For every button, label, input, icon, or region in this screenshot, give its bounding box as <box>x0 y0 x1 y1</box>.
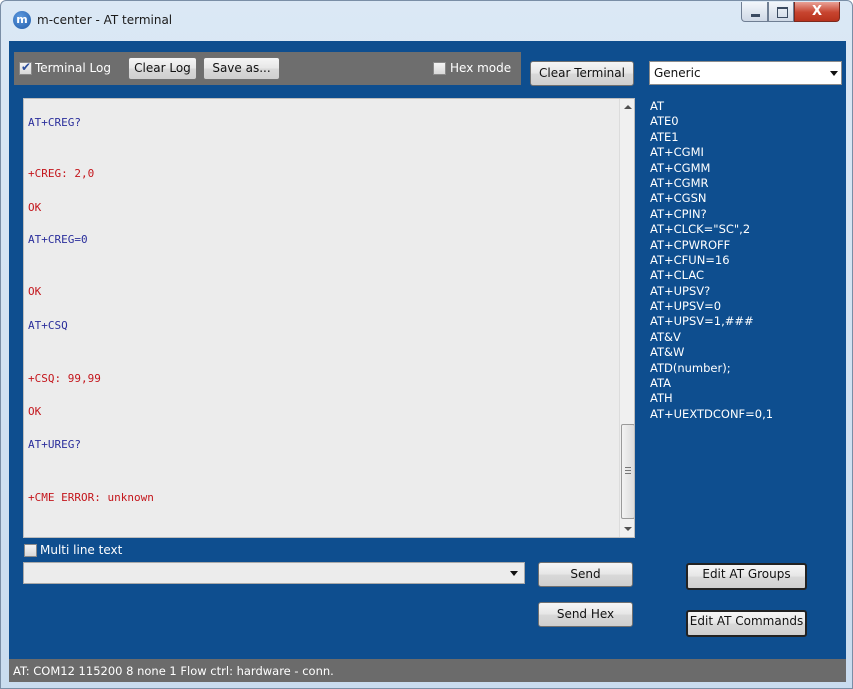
status-bar: AT: COM12 115200 8 none 1 Flow ctrl: har… <box>9 659 846 682</box>
log-line: AT+CSQ <box>28 319 68 332</box>
command-list-item[interactable]: AT&V <box>650 330 840 345</box>
command-list-item[interactable]: AT+UPSV=1,### <box>650 314 840 329</box>
command-list-item[interactable]: AT+CGMM <box>650 161 840 176</box>
command-list-item[interactable]: AT+CGMI <box>650 145 840 160</box>
history-dropdown-icon[interactable] <box>510 571 518 576</box>
scroll-thumb[interactable] <box>621 424 634 519</box>
log-toolbar: Terminal Log Clear Log Save as... Hex mo… <box>14 52 521 85</box>
at-command-list[interactable]: AT ATE0 ATE1 AT+CGMI AT+CGMM AT+CGMR AT+CGSN AT… <box>650 99 840 422</box>
minimize-button[interactable] <box>741 2 768 22</box>
app-icon[interactable]: m <box>13 11 31 29</box>
log-line: AT+UREG? <box>28 438 81 451</box>
terminal-log-checkbox[interactable] <box>19 60 32 75</box>
log-line: AT+CREG? <box>28 116 81 129</box>
multi-line-checkbox[interactable] <box>24 544 37 557</box>
log-scrollbar[interactable] <box>619 99 634 537</box>
command-list-item[interactable]: ATA <box>650 376 840 391</box>
command-list-item[interactable]: AT+UEXTDCONF=0,1 <box>650 407 840 422</box>
clear-log-button[interactable]: Clear Log <box>128 57 197 80</box>
log-line: +CME ERROR: unknown <box>28 491 154 504</box>
command-list-item[interactable]: ATE1 <box>650 130 840 145</box>
app-window: m m-center - AT terminal X Terminal Log … <box>0 0 853 689</box>
command-list-item[interactable]: AT+CLAC <box>650 268 840 283</box>
command-list-item[interactable]: AT+CPIN? <box>650 207 840 222</box>
hex-mode-label[interactable]: Hex mode <box>450 61 511 75</box>
command-list-item[interactable]: AT&W <box>650 345 840 360</box>
save-as-button[interactable]: Save as... <box>203 57 280 80</box>
log-line: OK <box>28 285 42 298</box>
command-input[interactable] <box>23 562 525 584</box>
command-list-item[interactable]: AT+UPSV=0 <box>650 299 840 314</box>
command-list-item[interactable]: AT+UPSV? <box>650 284 840 299</box>
command-list-item[interactable]: ATD(number); <box>650 361 840 376</box>
command-list-item[interactable]: ATE0 <box>650 114 840 129</box>
multi-line-label[interactable]: Multi line text <box>40 543 122 557</box>
command-list-item[interactable]: AT+CFUN=16 <box>650 253 840 268</box>
log-line: OK <box>28 201 42 214</box>
maximize-button[interactable] <box>768 2 794 22</box>
profile-select-value: Generic <box>654 66 701 80</box>
terminal-panel: Terminal Log Clear Log Save as... Hex mo… <box>9 41 846 682</box>
title-bar[interactable]: m m-center - AT terminal X <box>1 1 852 41</box>
edit-at-commands-button[interactable]: Edit AT Commands <box>686 610 807 637</box>
terminal-log-label[interactable]: Terminal Log <box>35 61 111 75</box>
close-icon: X <box>811 4 823 19</box>
log-line: AT+CREG=0 <box>28 233 88 246</box>
grip-icon <box>625 467 631 476</box>
command-list-item[interactable]: AT <box>650 99 840 114</box>
log-line: +CSQ: 99,99 <box>28 372 101 385</box>
command-list-item[interactable]: AT+CGMR <box>650 176 840 191</box>
scroll-down-icon[interactable] <box>620 520 634 537</box>
command-list-item[interactable]: AT+CGSN <box>650 191 840 206</box>
command-list-item[interactable]: AT+CPWROFF <box>650 238 840 253</box>
connection-status: AT: COM12 115200 8 none 1 Flow ctrl: har… <box>13 664 334 678</box>
hex-mode-checkbox[interactable] <box>433 62 446 75</box>
send-hex-button[interactable]: Send Hex <box>538 602 633 627</box>
log-line: +CREG: 2,0 <box>28 167 95 180</box>
command-list-item[interactable]: ATH <box>650 391 840 406</box>
edit-at-groups-button[interactable]: Edit AT Groups <box>686 563 807 590</box>
scroll-up-icon[interactable] <box>620 99 634 116</box>
close-button[interactable]: X <box>794 2 840 22</box>
profile-select[interactable]: Generic <box>649 61 842 85</box>
send-button[interactable]: Send <box>538 562 633 587</box>
command-list-item[interactable]: AT+CLCK="SC",2 <box>650 222 840 237</box>
clear-terminal-button[interactable]: Clear Terminal <box>530 61 634 86</box>
log-line: OK <box>28 405 42 418</box>
window-title: m-center - AT terminal <box>37 13 173 27</box>
chevron-down-icon[interactable] <box>830 71 838 76</box>
terminal-log[interactable]: AT+CREG? +CREG: 2,0 OK AT+CREG=0 OK AT+CSQ +CS… <box>23 98 635 538</box>
